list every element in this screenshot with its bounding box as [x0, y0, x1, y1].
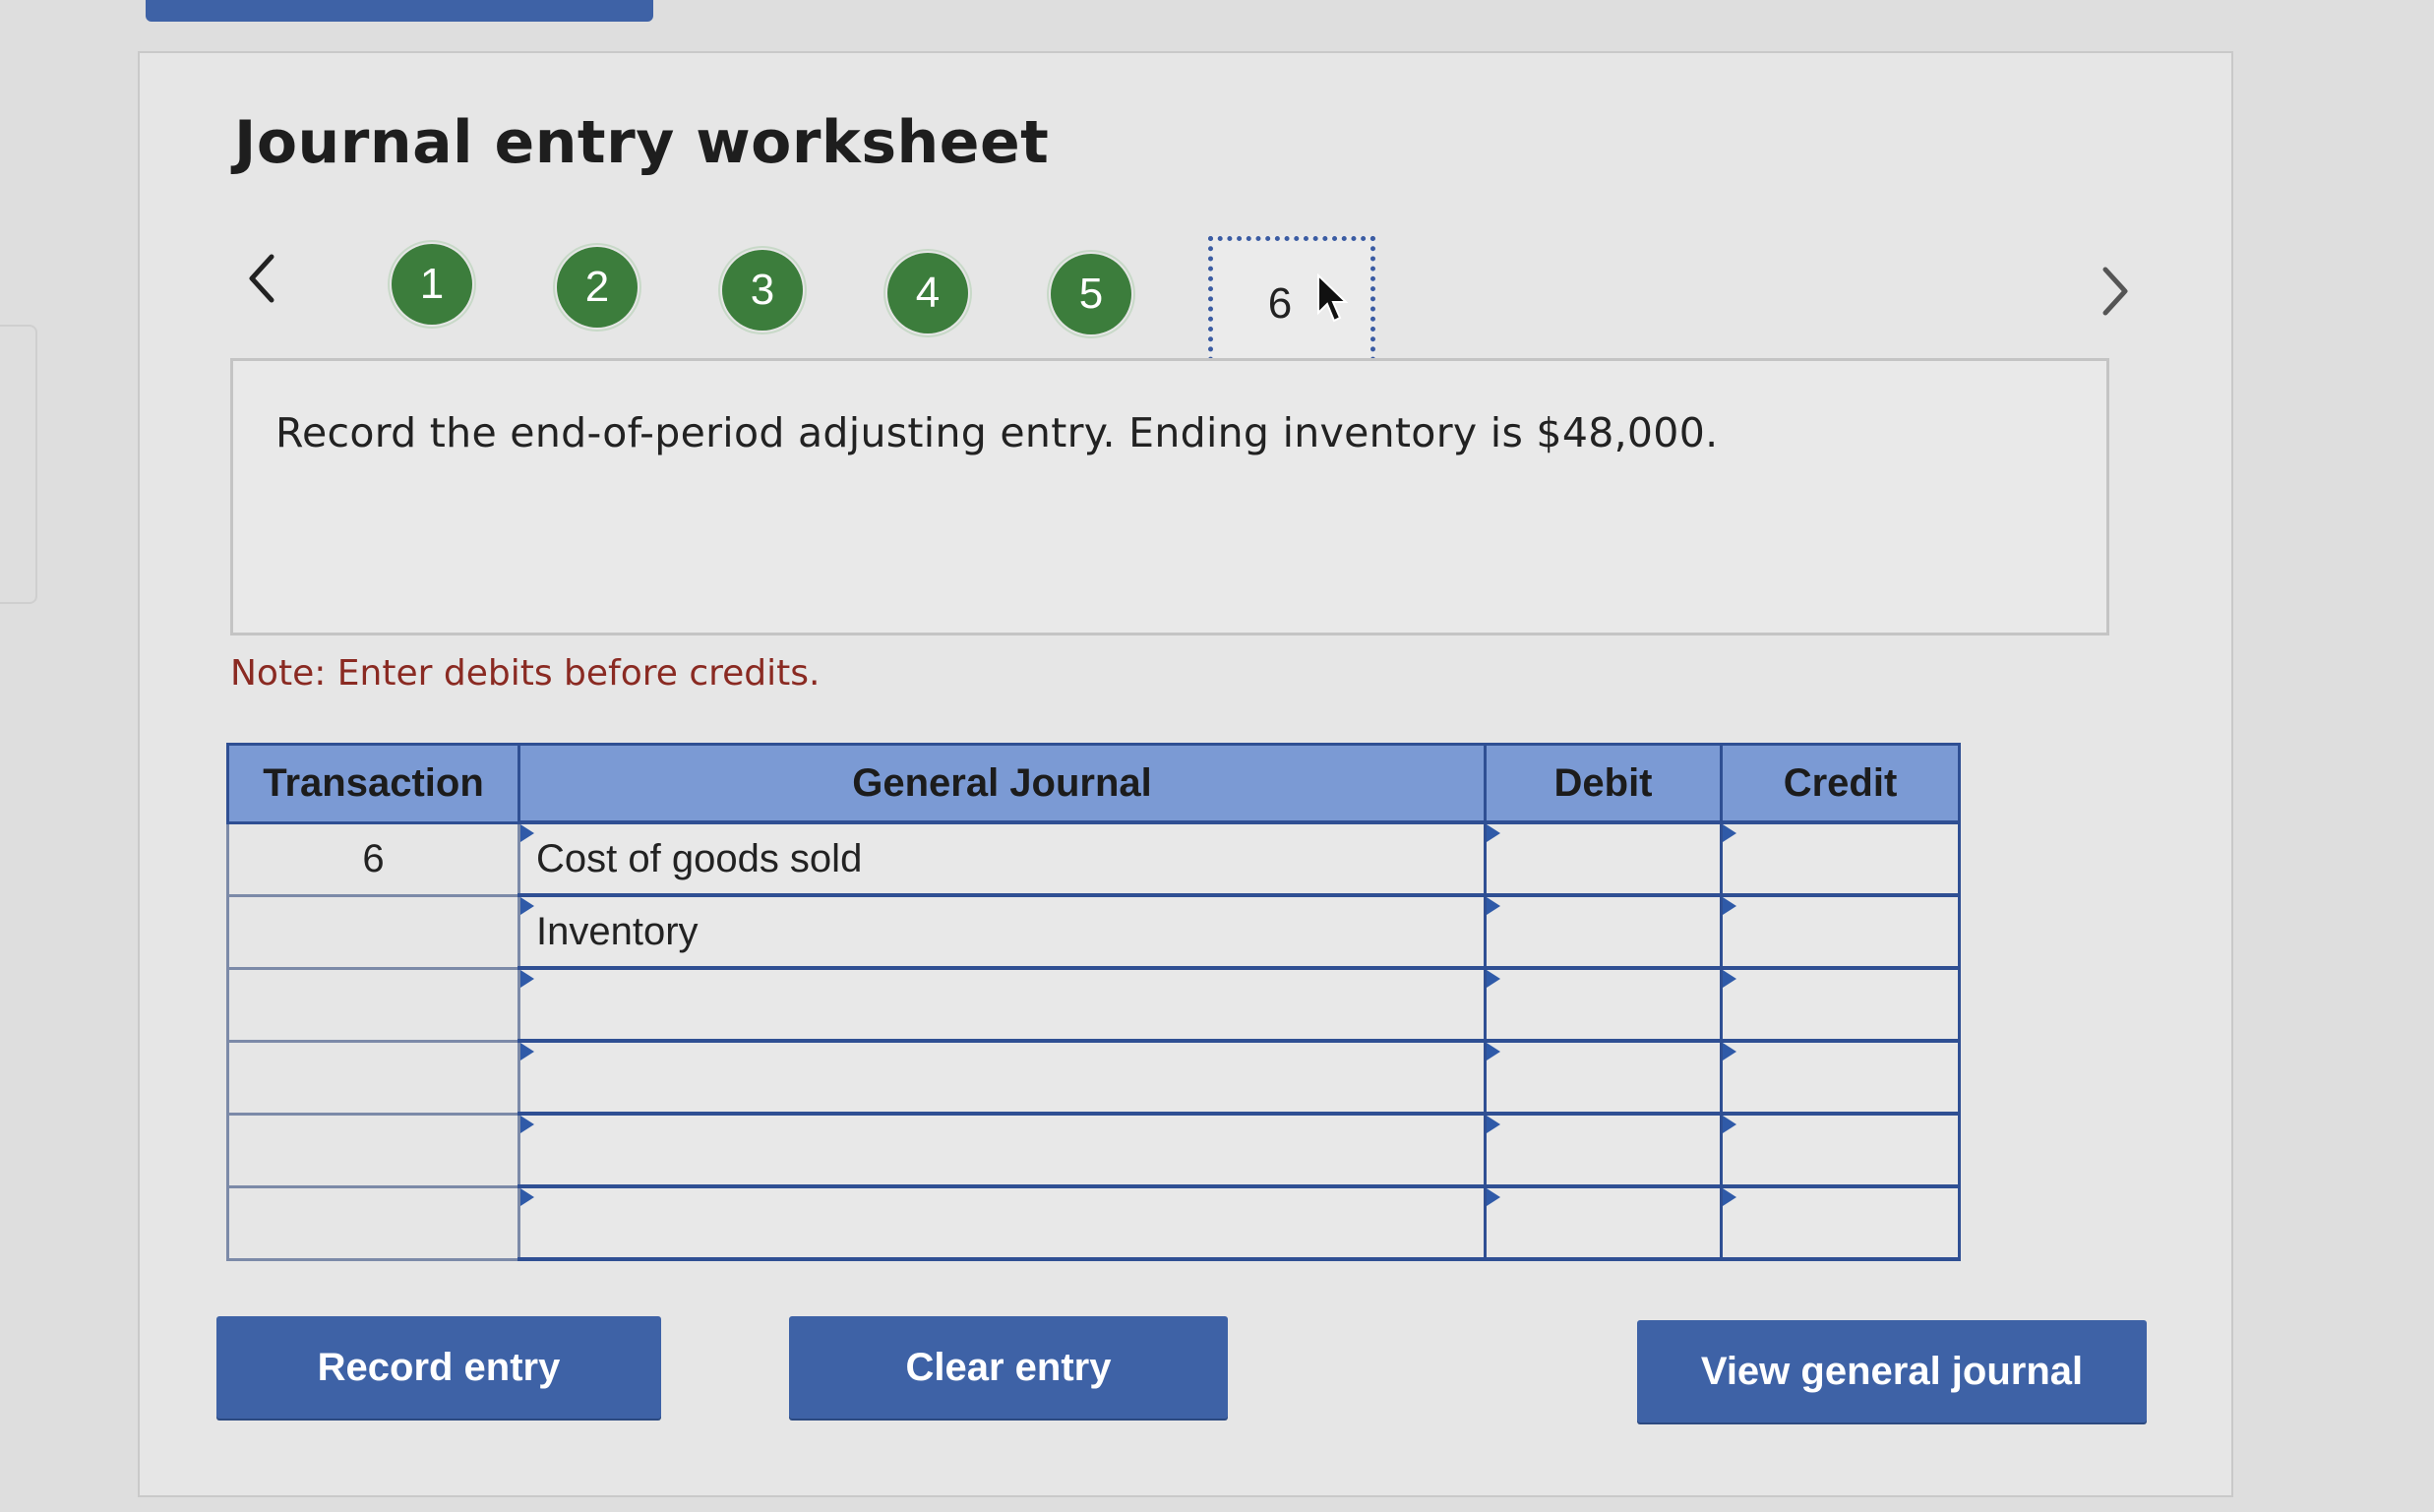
account-value: Cost of goods sold — [536, 836, 863, 880]
account-field[interactable] — [517, 1112, 1487, 1188]
table-row — [226, 1039, 1961, 1116]
step-4-button[interactable]: 4 — [887, 253, 968, 333]
header-credit: Credit — [1720, 743, 1961, 824]
transaction-cell — [226, 966, 520, 1043]
header-debit: Debit — [1484, 743, 1723, 824]
transaction-cell: 6 — [226, 820, 520, 897]
debit-field[interactable] — [1484, 1112, 1723, 1188]
transaction-cell — [226, 893, 520, 970]
journal-header-row: Transaction General Journal Debit Credit — [226, 743, 1961, 824]
dropdown-flag-icon — [520, 824, 534, 842]
note-text: Note: Enter debits before credits. — [230, 653, 821, 694]
debit-field[interactable] — [1484, 820, 1723, 897]
table-row: 6 Cost of goods sold — [226, 820, 1961, 897]
table-row — [226, 1184, 1961, 1261]
step-1-button[interactable]: 1 — [392, 244, 472, 325]
account-field[interactable]: Inventory — [517, 893, 1487, 970]
credit-field[interactable] — [1720, 1184, 1961, 1261]
credit-field[interactable] — [1720, 820, 1961, 897]
left-edge-panel — [0, 325, 37, 604]
account-field[interactable]: Cost of goods sold — [517, 820, 1487, 897]
field-flag-icon — [1723, 1188, 1736, 1206]
prompt-box — [230, 358, 2109, 635]
step-6-label: 6 — [1267, 279, 1293, 328]
table-row: Inventory — [226, 893, 1961, 970]
debit-field[interactable] — [1484, 1039, 1723, 1116]
dropdown-flag-icon — [520, 970, 534, 988]
account-value: Inventory — [536, 909, 699, 953]
credit-field[interactable] — [1720, 1039, 1961, 1116]
field-flag-icon — [1487, 1188, 1500, 1206]
step-6-current[interactable]: 6 — [1208, 236, 1375, 372]
field-flag-icon — [1723, 1043, 1736, 1060]
header-transaction: Transaction — [226, 743, 520, 824]
table-row — [226, 1112, 1961, 1188]
field-flag-icon — [1487, 824, 1500, 842]
page-title: Journal entry worksheet — [234, 108, 1050, 177]
credit-field[interactable] — [1720, 893, 1961, 970]
step-5-button[interactable]: 5 — [1051, 254, 1131, 334]
dropdown-flag-icon — [520, 1043, 534, 1060]
field-flag-icon — [1487, 1043, 1500, 1060]
field-flag-icon — [1723, 1116, 1736, 1133]
credit-field[interactable] — [1720, 966, 1961, 1043]
transaction-cell — [226, 1112, 520, 1188]
view-general-journal-button[interactable]: View general journal — [1637, 1320, 2147, 1422]
next-step-button[interactable] — [2088, 264, 2143, 319]
dropdown-flag-icon — [520, 1188, 534, 1206]
field-flag-icon — [1723, 970, 1736, 988]
field-flag-icon — [1487, 1116, 1500, 1133]
credit-field[interactable] — [1720, 1112, 1961, 1188]
account-field[interactable] — [517, 1039, 1487, 1116]
table-row — [226, 966, 1961, 1043]
top-tab-strip — [146, 0, 653, 22]
chevron-left-icon — [249, 254, 274, 303]
field-flag-icon — [1723, 824, 1736, 842]
field-flag-icon — [1723, 897, 1736, 915]
header-general-journal: General Journal — [517, 743, 1487, 824]
field-flag-icon — [1487, 897, 1500, 915]
journal-table: Transaction General Journal Debit Credit… — [226, 743, 1961, 1261]
mouse-pointer-icon — [1317, 273, 1349, 323]
prompt-text: Record the end-of-period adjusting entry… — [275, 409, 1719, 456]
clear-entry-button[interactable]: Clear entry — [789, 1316, 1228, 1419]
dropdown-flag-icon — [520, 1116, 534, 1133]
account-field[interactable] — [517, 966, 1487, 1043]
step-3-button[interactable]: 3 — [722, 250, 803, 331]
account-field[interactable] — [517, 1184, 1487, 1261]
chevron-right-icon — [2102, 267, 2128, 316]
dropdown-flag-icon — [520, 897, 534, 915]
field-flag-icon — [1487, 970, 1500, 988]
transaction-cell — [226, 1184, 520, 1261]
previous-step-button[interactable] — [234, 251, 289, 306]
debit-field[interactable] — [1484, 966, 1723, 1043]
step-2-button[interactable]: 2 — [557, 247, 638, 328]
debit-field[interactable] — [1484, 893, 1723, 970]
record-entry-button[interactable]: Record entry — [216, 1316, 661, 1419]
debit-field[interactable] — [1484, 1184, 1723, 1261]
transaction-cell — [226, 1039, 520, 1116]
